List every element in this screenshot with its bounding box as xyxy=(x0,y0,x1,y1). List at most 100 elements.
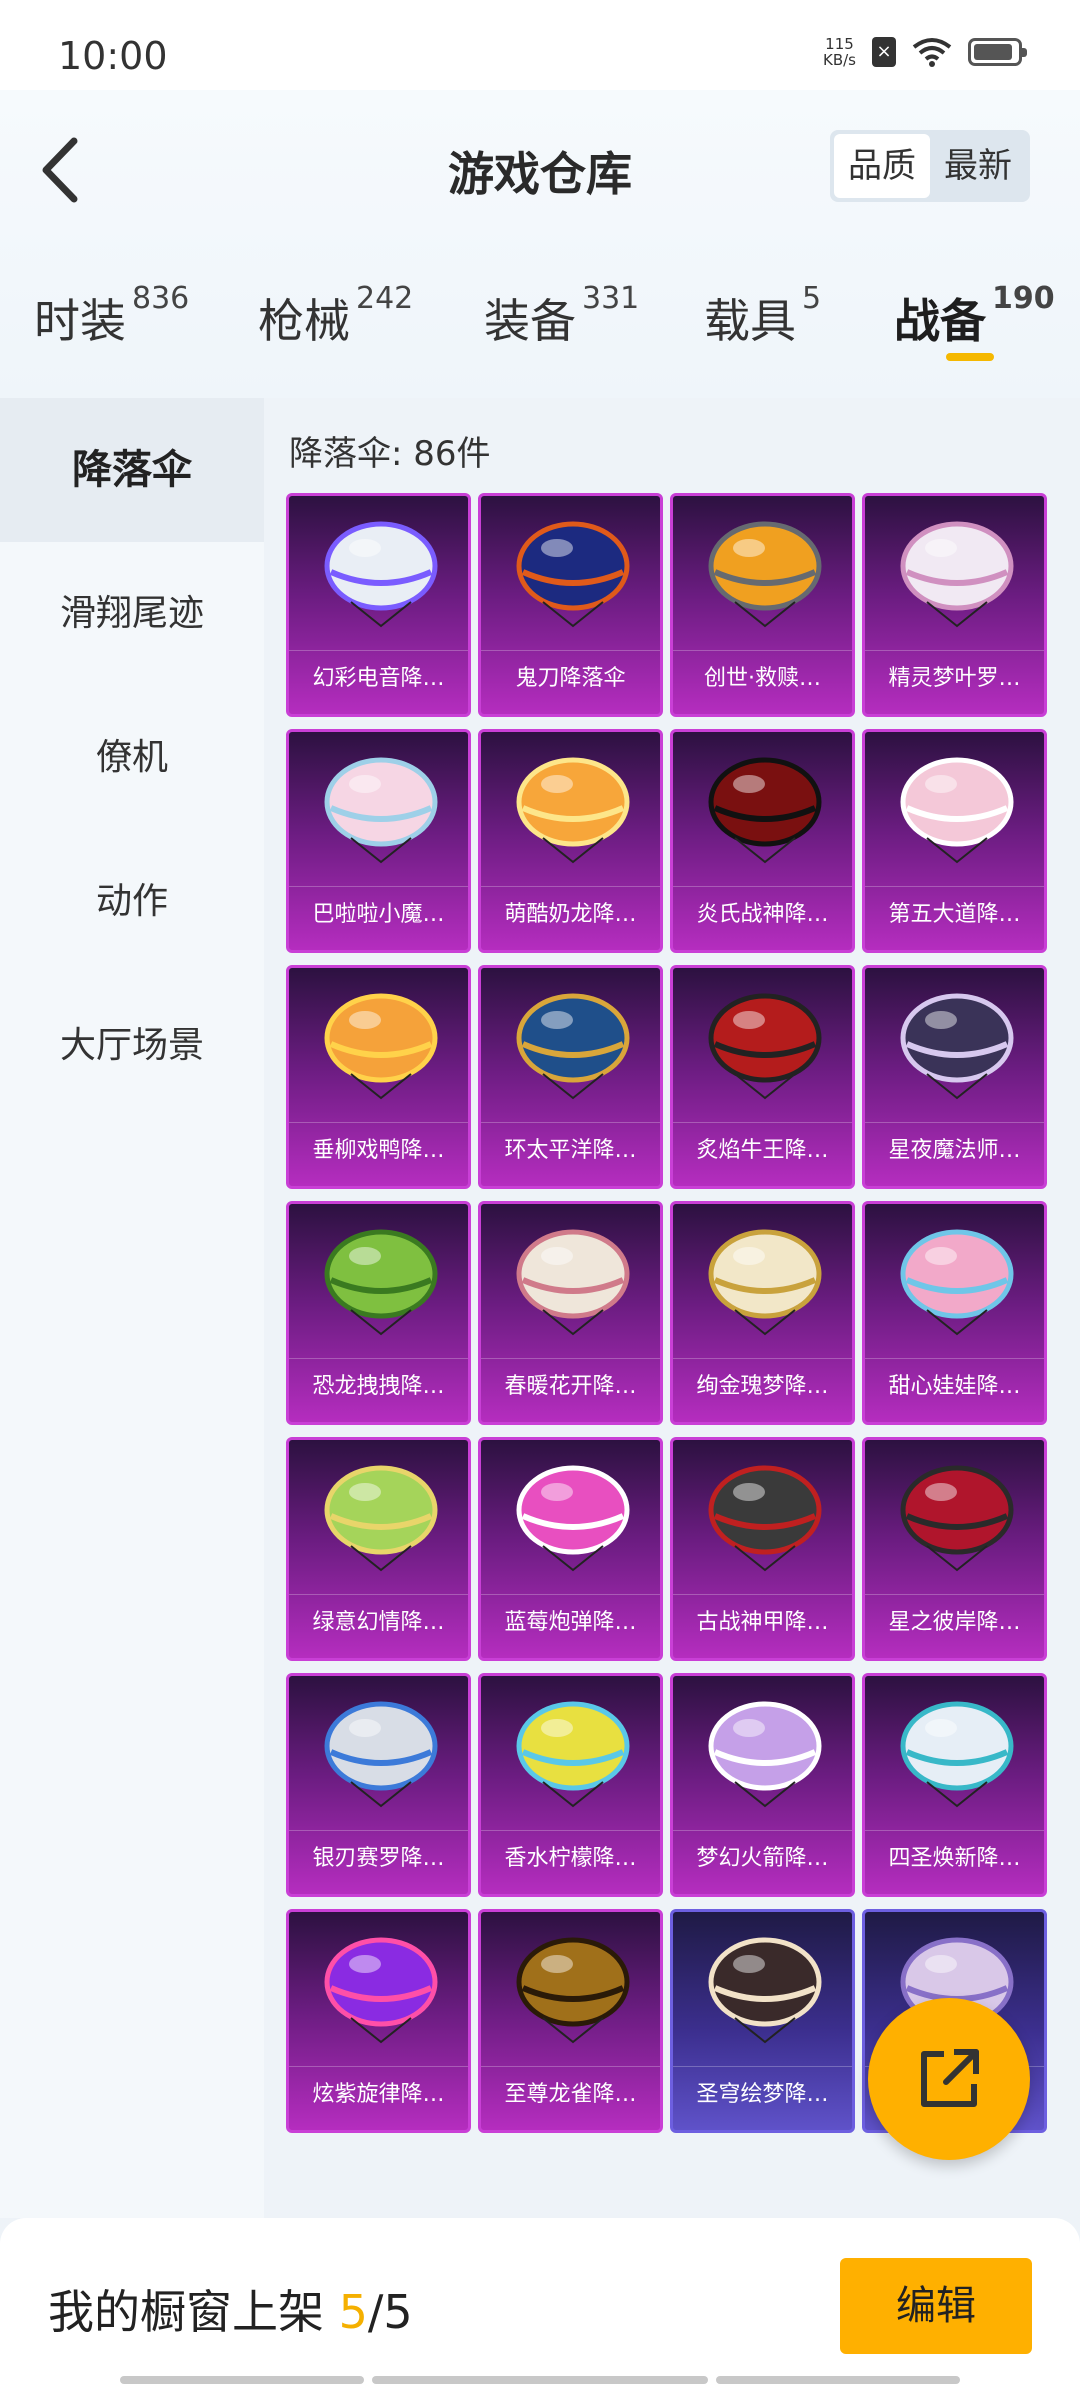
tab-fashion[interactable]: 时装 836 xyxy=(34,281,189,351)
tab-count: 5 xyxy=(802,281,822,316)
parachute-icon xyxy=(516,1937,630,2044)
parachute-name: 第五大道降… xyxy=(865,886,1044,942)
parachute-card[interactable]: 香水柠檬降… xyxy=(478,1673,663,1897)
tab-label: 时装 xyxy=(34,294,126,348)
parachute-icon xyxy=(708,993,822,1100)
showcase-status: 我的橱窗上架 5/5 xyxy=(48,2276,413,2342)
parachute-card[interactable]: 创世·救赎… xyxy=(670,493,855,717)
parachute-card[interactable]: 垂柳戏鸭降… xyxy=(286,965,471,1189)
status-time: 10:00 xyxy=(58,34,168,78)
parachute-card[interactable]: 古战神甲降… xyxy=(670,1437,855,1661)
parachute-card[interactable]: 梦幻火箭降… xyxy=(670,1673,855,1897)
tab-vehicles[interactable]: 载具 5 xyxy=(704,281,821,351)
parachute-icon xyxy=(516,993,630,1100)
parachute-icon xyxy=(324,1465,438,1572)
parachute-name: 创世·救赎… xyxy=(673,650,852,706)
parachute-name: 萌酷奶龙降… xyxy=(481,886,660,942)
parachute-card[interactable]: 蓝莓炮弹降… xyxy=(478,1437,663,1661)
parachute-name: 古战神甲降… xyxy=(673,1594,852,1650)
showcase-current: 5 xyxy=(338,2285,368,2339)
parachute-card[interactable]: 星夜魔法师… xyxy=(862,965,1047,1189)
parachute-card[interactable]: 鬼刀降落伞 xyxy=(478,493,663,717)
parachute-name: 星夜魔法师… xyxy=(865,1122,1044,1178)
sort-option-latest[interactable]: 最新 xyxy=(930,134,1026,198)
status-bar: 10:00 115 KB/s × xyxy=(0,0,1080,90)
tab-tactical[interactable]: 战备 190 xyxy=(894,281,1055,361)
share-button[interactable] xyxy=(868,1998,1030,2160)
sidebar-item-wingman[interactable]: 僚机 xyxy=(0,686,264,830)
parachute-card[interactable]: 幻彩电音降… xyxy=(286,493,471,717)
parachute-card[interactable]: 圣穹绘梦降… xyxy=(670,1909,855,2133)
parachute-card[interactable]: 炎氏战神降… xyxy=(670,729,855,953)
parachute-name: 鬼刀降落伞 xyxy=(481,650,660,706)
parachute-icon xyxy=(900,1465,1014,1572)
parachute-icon xyxy=(708,1701,822,1808)
parachute-name: 香水柠檬降… xyxy=(481,1830,660,1886)
warehouse-page: 10:00 115 KB/s × 游戏仓库 品质 最新 时装 836 枪械 24… xyxy=(0,0,1080,2388)
parachute-icon xyxy=(324,993,438,1100)
parachute-icon xyxy=(516,1229,630,1336)
parachute-icon xyxy=(516,521,630,628)
parachute-card[interactable]: 至尊龙雀降… xyxy=(478,1909,663,2133)
sidebar-item-glide-trail[interactable]: 滑翔尾迹 xyxy=(0,542,264,686)
wifi-icon xyxy=(912,38,952,67)
parachute-name: 星之彼岸降… xyxy=(865,1594,1044,1650)
parachute-icon xyxy=(708,1465,822,1572)
net-speed: 115 KB/s xyxy=(823,36,856,68)
parachute-name: 至尊龙雀降… xyxy=(481,2066,660,2122)
parachute-card[interactable]: 环太平洋降… xyxy=(478,965,663,1189)
parachute-name: 蓝莓炮弹降… xyxy=(481,1594,660,1650)
parachute-name: 垂柳戏鸭降… xyxy=(289,1122,468,1178)
parachute-icon xyxy=(324,1229,438,1336)
sidebar-item-lobby-scene[interactable]: 大厅场景 xyxy=(0,974,264,1118)
item-list-panel: 降落伞: 86件 幻彩电音降… 鬼刀降落伞 创世·救赎… 精灵梦叶罗… 巴啦啦小魔… 萌酷… xyxy=(264,398,1080,2218)
battery-icon xyxy=(968,38,1027,66)
home-indicator-right xyxy=(716,2376,960,2384)
parachute-card[interactable]: 春暖花开降… xyxy=(478,1201,663,1425)
no-sim-icon: × xyxy=(872,37,896,67)
tab-count: 242 xyxy=(356,281,414,316)
status-icons: 115 KB/s × xyxy=(823,36,1027,68)
parachute-card[interactable]: 恐龙拽拽降… xyxy=(286,1201,471,1425)
parachute-card[interactable]: 银刃赛罗降… xyxy=(286,1673,471,1897)
parachute-card[interactable]: 绿意幻情降… xyxy=(286,1437,471,1661)
edit-button[interactable]: 编辑 xyxy=(840,2258,1032,2354)
home-indicator-center xyxy=(372,2376,708,2384)
active-tab-indicator xyxy=(946,353,994,361)
parachute-icon xyxy=(708,1937,822,2044)
parachute-name: 炙焰牛王降… xyxy=(673,1122,852,1178)
parachute-name: 恐龙拽拽降… xyxy=(289,1358,468,1414)
parachute-name: 炫紫旋律降… xyxy=(289,2066,468,2122)
parachute-name: 四圣焕新降… xyxy=(865,1830,1044,1886)
tab-count: 836 xyxy=(132,281,190,316)
parachute-icon xyxy=(324,757,438,864)
parachute-icon xyxy=(516,1465,630,1572)
parachute-card[interactable]: 绚金瑰梦降… xyxy=(670,1201,855,1425)
parachute-card[interactable]: 精灵梦叶罗… xyxy=(862,493,1047,717)
parachute-card[interactable]: 炙焰牛王降… xyxy=(670,965,855,1189)
parachute-card[interactable]: 炫紫旋律降… xyxy=(286,1909,471,2133)
parachute-card[interactable]: 星之彼岸降… xyxy=(862,1437,1047,1661)
parachute-icon xyxy=(516,1701,630,1808)
showcase-label: 我的橱窗上架 xyxy=(48,2285,324,2339)
tab-guns[interactable]: 枪械 242 xyxy=(258,281,413,351)
parachute-icon xyxy=(516,757,630,864)
parachute-icon xyxy=(324,1937,438,2044)
parachute-card[interactable]: 第五大道降… xyxy=(862,729,1047,953)
parachute-icon xyxy=(324,521,438,628)
parachute-card[interactable]: 萌酷奶龙降… xyxy=(478,729,663,953)
parachute-icon xyxy=(708,1229,822,1336)
sort-option-quality[interactable]: 品质 xyxy=(834,134,930,198)
bottom-bar: 我的橱窗上架 5/5 编辑 xyxy=(0,2218,1080,2388)
sidebar-item-parachute[interactable]: 降落伞 xyxy=(0,398,264,542)
sidebar-item-emote[interactable]: 动作 xyxy=(0,830,264,974)
parachute-card[interactable]: 巴啦啦小魔… xyxy=(286,729,471,953)
parachute-icon xyxy=(900,1701,1014,1808)
parachute-name: 银刃赛罗降… xyxy=(289,1830,468,1886)
parachute-card[interactable]: 甜心娃娃降… xyxy=(862,1201,1047,1425)
parachute-card[interactable]: 四圣焕新降… xyxy=(862,1673,1047,1897)
tab-label: 装备 xyxy=(484,294,576,348)
parachute-name: 环太平洋降… xyxy=(481,1122,660,1178)
parachute-icon xyxy=(900,993,1014,1100)
tab-equipment[interactable]: 装备 331 xyxy=(484,281,639,351)
